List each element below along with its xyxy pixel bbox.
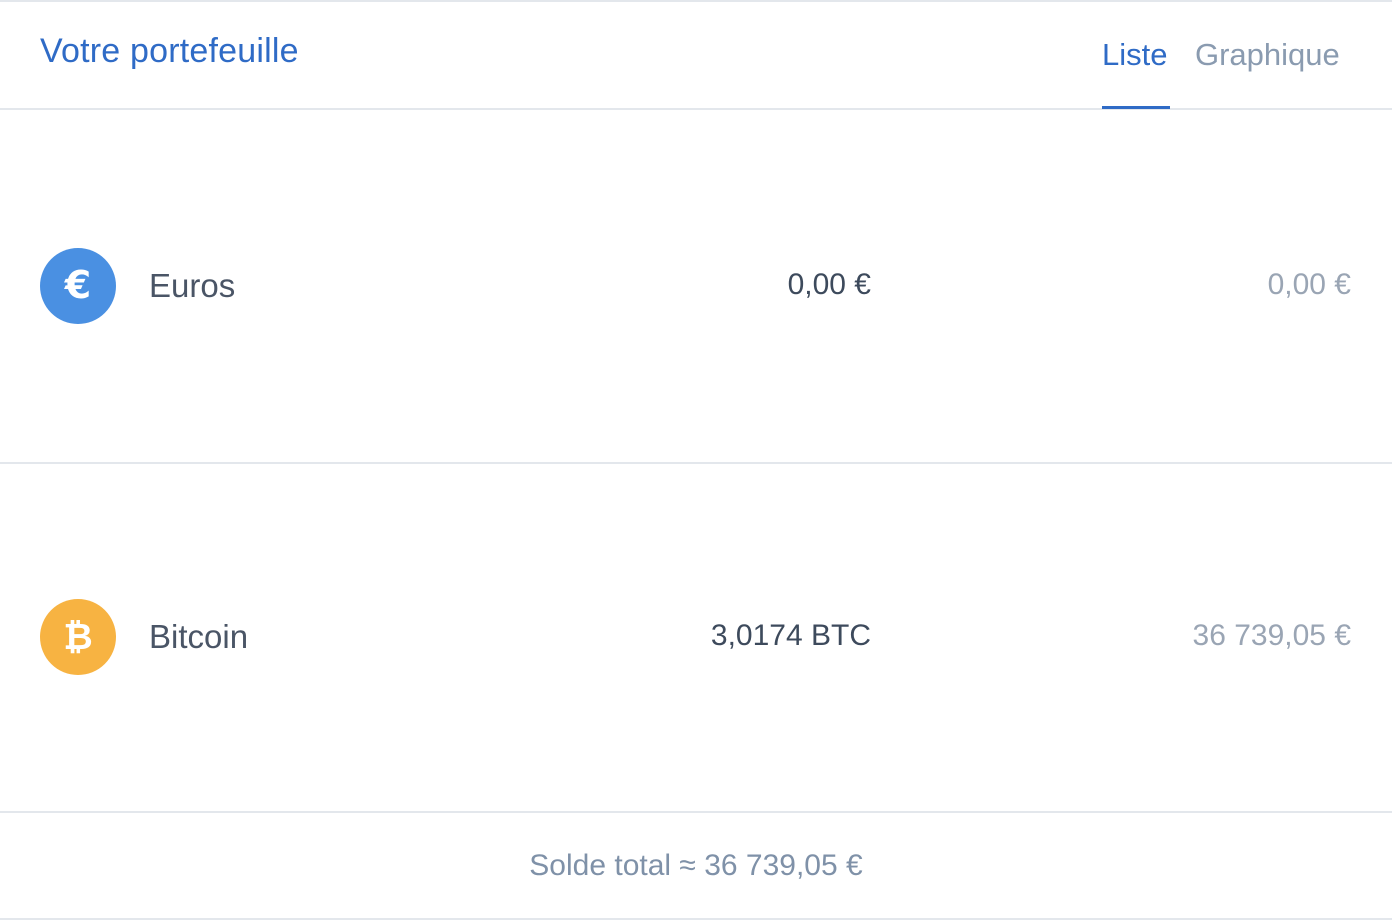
account-fiat-value: 0,00 € bbox=[1267, 268, 1351, 301]
account-name: Bitcoin bbox=[149, 618, 249, 655]
tab-graphique[interactable]: Graphique bbox=[1195, 37, 1340, 73]
svg-text:₿: ₿ bbox=[63, 617, 92, 658]
account-name: Euros bbox=[149, 267, 236, 304]
active-tab-indicator bbox=[1102, 106, 1170, 109]
svg-text:€: € bbox=[64, 264, 91, 307]
account-amount: 0,00 € bbox=[787, 268, 871, 301]
euro-icon: € bbox=[40, 248, 116, 324]
account-row-euros[interactable]: € Euros 0,00 € 0,00 € bbox=[0, 110, 1392, 464]
account-amount: 3,0174 BTC bbox=[710, 619, 871, 652]
portfolio-header: Votre portefeuille Liste Graphique bbox=[0, 2, 1392, 110]
portfolio-footer: Solde total ≈ 36 739,05 € bbox=[0, 813, 1392, 920]
tab-liste[interactable]: Liste bbox=[1102, 37, 1167, 73]
portfolio-card: Votre portefeuille Liste Graphique € Eur… bbox=[0, 0, 1392, 920]
page-title: Votre portefeuille bbox=[40, 32, 299, 70]
account-fiat-value: 36 739,05 € bbox=[1192, 619, 1351, 652]
bitcoin-icon: ₿ bbox=[40, 599, 116, 675]
total-balance: Solde total ≈ 36 739,05 € bbox=[529, 849, 863, 882]
account-row-bitcoin[interactable]: ₿ Bitcoin 3,0174 BTC 36 739,05 € bbox=[0, 464, 1392, 813]
